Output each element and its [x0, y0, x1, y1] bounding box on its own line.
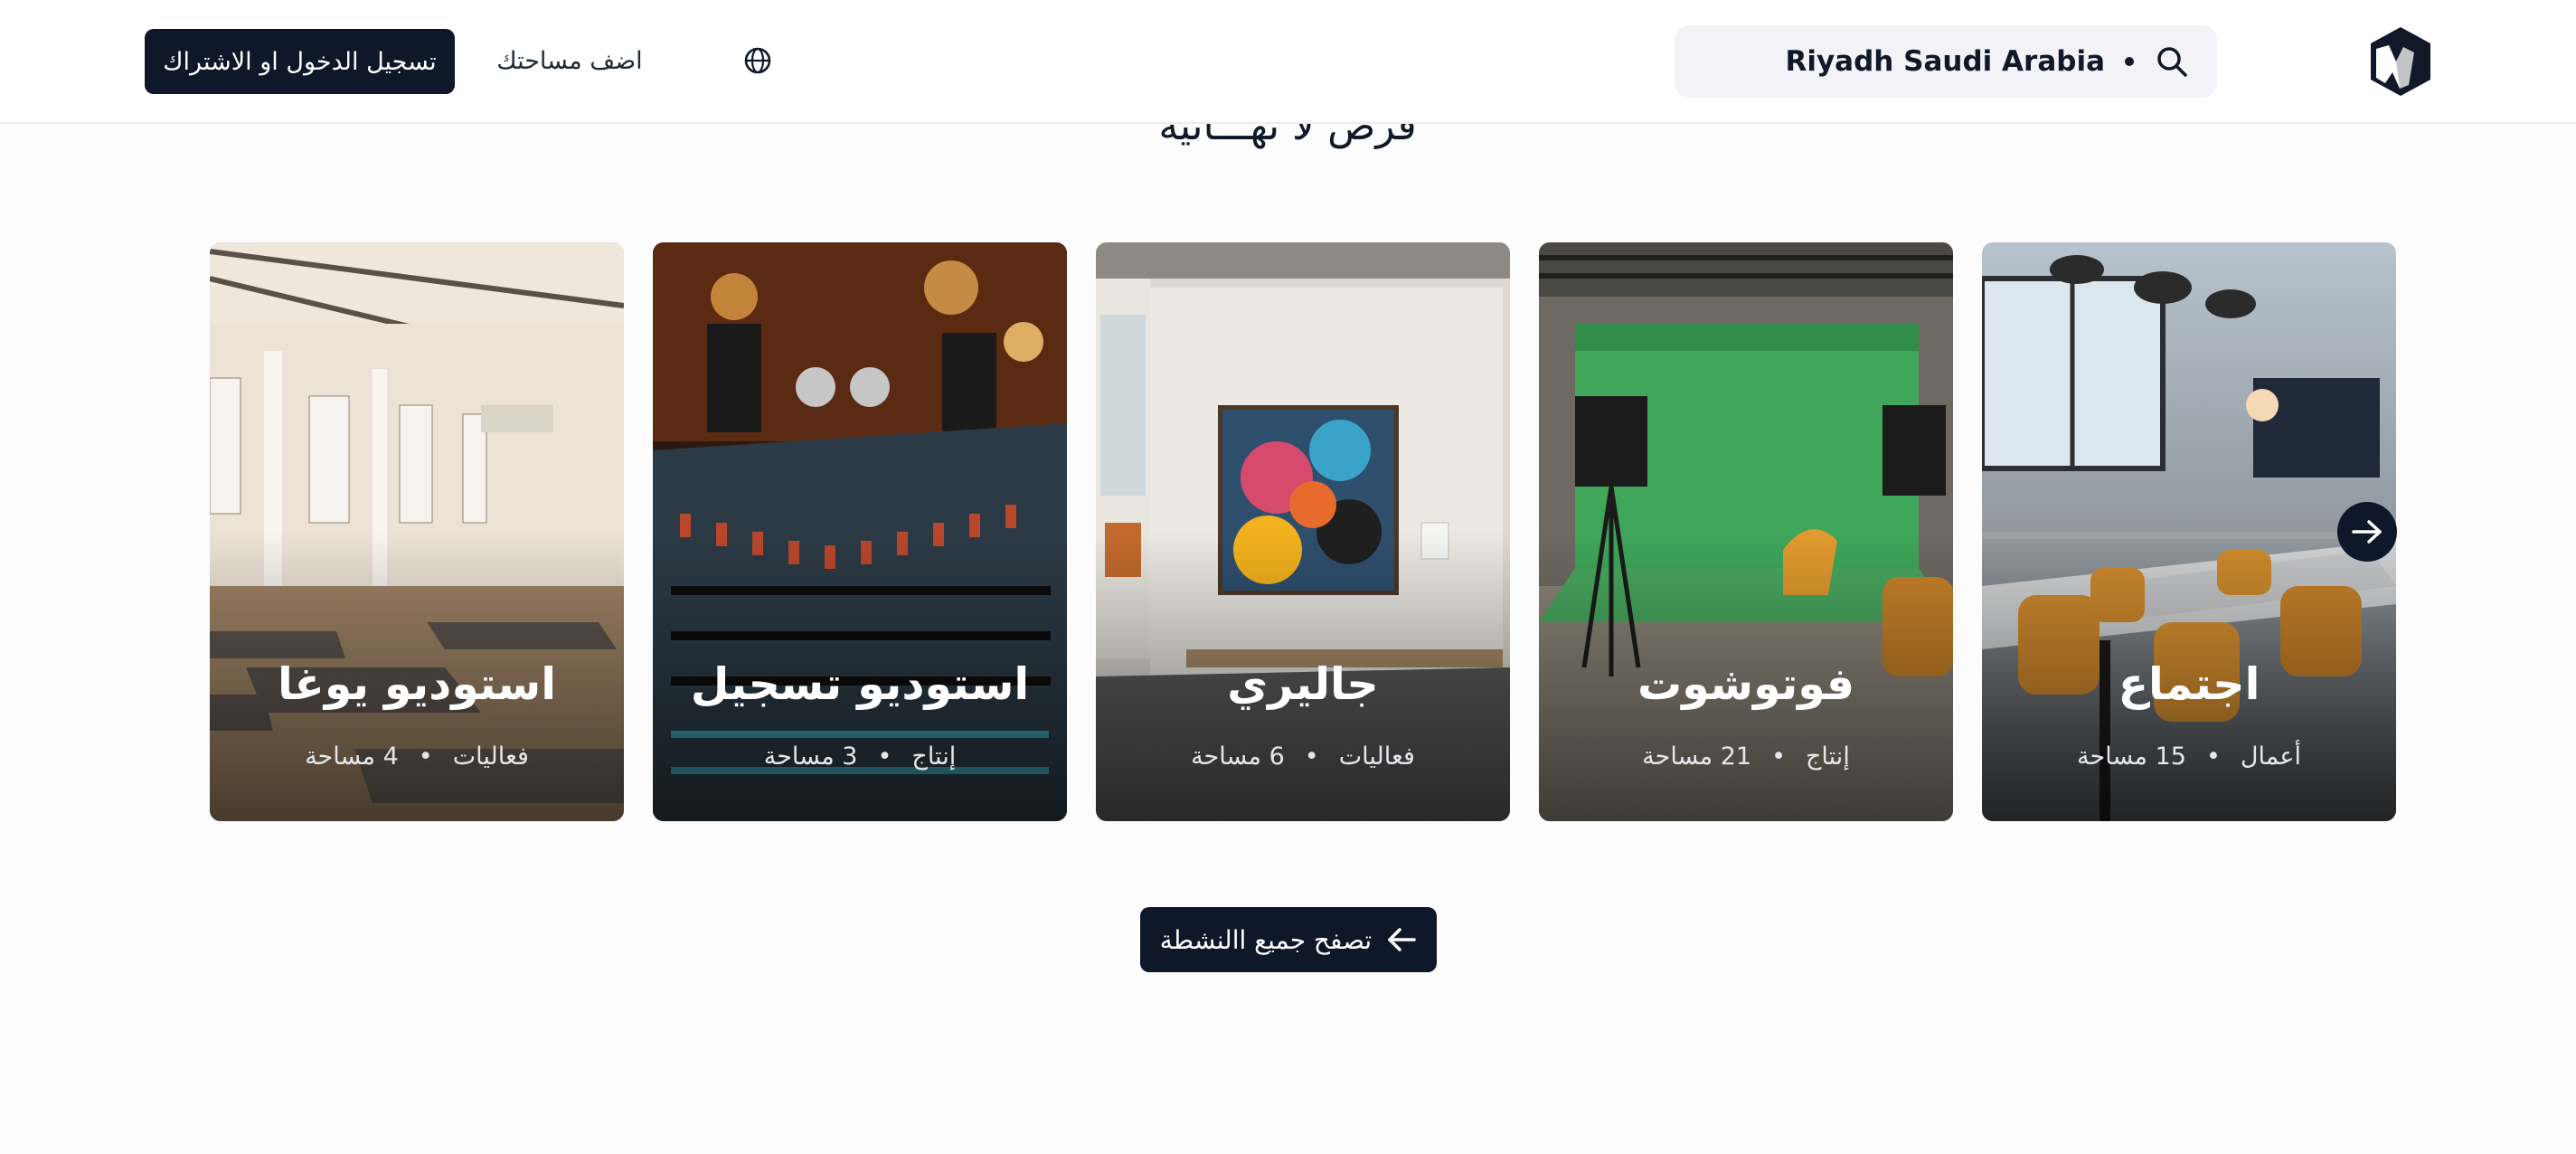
meta-separator: •	[418, 743, 433, 771]
card-title: جاليري	[1227, 658, 1379, 710]
arrow-left-icon	[1386, 927, 1417, 952]
meta-separator: •	[1304, 743, 1319, 771]
search-icon[interactable]	[2154, 43, 2190, 80]
card-category: أعمال	[2240, 743, 2301, 771]
location-search-bar[interactable]: Riyadh Saudi Arabia	[1675, 25, 2217, 98]
art-gallery-image	[1096, 242, 1510, 821]
card-count: 21 مساحة	[1642, 743, 1752, 771]
card-title: استوديو تسجيل	[690, 658, 1030, 710]
card-meta: فعاليات • 6 مساحة	[1096, 743, 1510, 771]
card-meta: أعمال • 15 مساحة	[1982, 743, 2396, 771]
card-count: 3 مساحة	[763, 743, 858, 771]
carousel-next-button[interactable]	[2337, 502, 2397, 562]
card-count: 6 مساحة	[1191, 743, 1285, 771]
card-count: 4 مساحة	[305, 743, 399, 771]
separator-dot	[2125, 57, 2134, 66]
card-category: فعاليات	[452, 743, 529, 771]
card-title: فوتوشوت	[1637, 658, 1855, 710]
globe-icon[interactable]	[741, 44, 774, 77]
activity-card-yoga-studio[interactable]: استوديو يوغا فعاليات • 4 مساحة	[210, 242, 624, 821]
card-category: إنتاج	[911, 743, 957, 771]
activity-card-gallery[interactable]: جاليري فعاليات • 6 مساحة	[1096, 242, 1510, 821]
card-title: اجتماع	[2118, 658, 2260, 710]
card-meta: فعاليات • 4 مساحة	[210, 743, 624, 771]
recording-studio-image	[653, 242, 1067, 821]
activity-card-photoshoot[interactable]: فوتوشوت إنتاج • 21 مساحة	[1539, 242, 1953, 821]
card-category: إنتاج	[1806, 743, 1850, 771]
browse-all-activities-button[interactable]: تصفح جميع االنشطة	[1140, 907, 1437, 972]
meeting-room-image	[1982, 242, 2396, 821]
card-meta: إنتاج • 3 مساحة	[653, 743, 1067, 771]
search-location-text: Riyadh Saudi Arabia	[1785, 45, 2105, 78]
card-meta: إنتاج • 21 مساحة	[1539, 743, 1953, 771]
arrow-right-icon	[2352, 520, 2382, 544]
meta-separator: •	[877, 743, 892, 771]
browse-button-label: تصفح جميع االنشطة	[1159, 924, 1373, 955]
yoga-studio-image	[210, 242, 624, 821]
login-signup-button[interactable]: تسجيل الدخول او الاشتراك	[145, 29, 455, 94]
meta-separator: •	[2205, 743, 2221, 771]
brand-logo[interactable]	[2369, 25, 2432, 98]
activity-card-recording-studio[interactable]: استوديو تسجيل إنتاج • 3 مساحة	[653, 242, 1067, 821]
top-navigation-bar: Riyadh Saudi Arabia اضف مساحتك تسجيل الد…	[0, 0, 2576, 124]
card-title: استوديو يوغا	[277, 658, 557, 710]
activity-card-meeting[interactable]: اجتماع أعمال • 15 مساحة	[1982, 242, 2396, 821]
card-category: فعاليات	[1338, 743, 1415, 771]
activity-carousel: اجتماع أعمال•15 مساحة فوتوشوت إنتاج•21 م…	[210, 242, 2396, 821]
add-space-link[interactable]: اضف مساحتك	[488, 43, 651, 80]
card-count: 15 مساحة	[2077, 743, 2186, 771]
meta-separator: •	[1771, 743, 1786, 771]
photoshoot-studio-image	[1539, 242, 1953, 821]
